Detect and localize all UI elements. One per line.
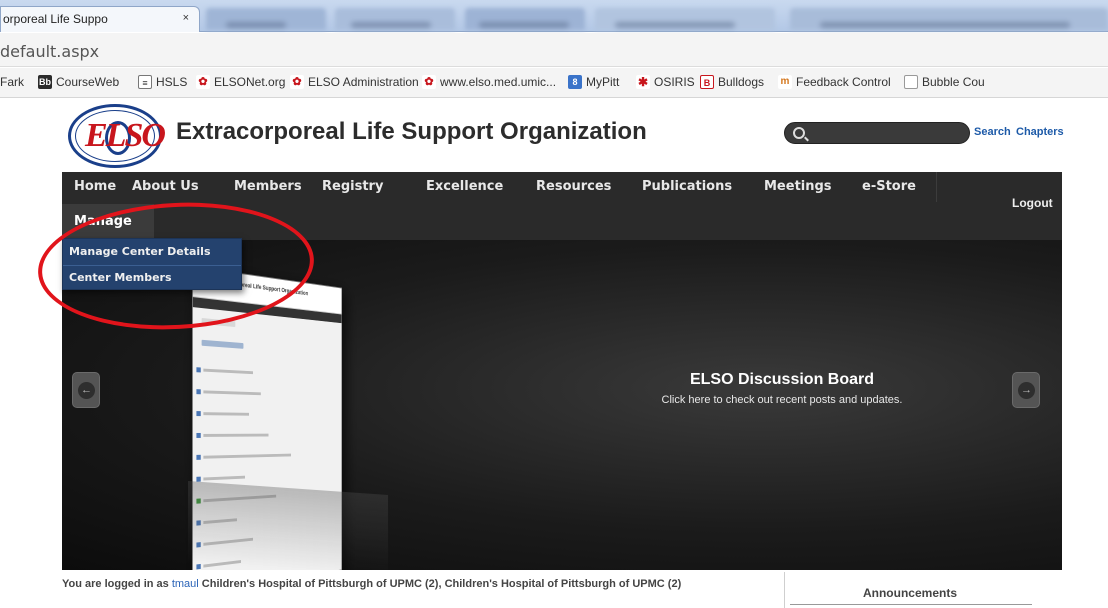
logout-link[interactable]: Logout — [1012, 196, 1053, 210]
bookmark-label: CourseWeb — [56, 75, 119, 89]
bookmark-label: Bubble Cou — [922, 75, 985, 89]
search-input[interactable] — [784, 122, 970, 144]
search-link[interactable]: Search — [974, 126, 1011, 138]
osiris-icon: ✱ — [636, 75, 650, 89]
thumbnail-row — [203, 369, 253, 375]
thumbnail-row — [203, 476, 245, 481]
bookmark-label: HSLS — [156, 75, 187, 89]
url-text[interactable]: default.aspx — [0, 42, 99, 61]
thumbnail-row — [202, 340, 244, 349]
announcements-heading: Announcements — [790, 586, 1030, 600]
slide-title[interactable]: ELSO Discussion Board — [622, 371, 942, 389]
bookmark-elso-admin[interactable]: ✿ ELSO Administration — [290, 75, 419, 89]
thumbnail-bullet — [196, 433, 200, 438]
main-nav: Home About Us Members Registry Excellenc… — [62, 172, 1062, 240]
bookmark-feedback-control[interactable]: m Feedback Control — [778, 75, 891, 89]
bookmark-hsls[interactable]: ≡ HSLS — [138, 75, 187, 89]
bookmark-label: Feedback Control — [796, 75, 891, 89]
page-icon — [904, 75, 918, 89]
site-title: Extracorporeal Life Support Organization — [176, 118, 647, 146]
nav-home[interactable]: Home — [74, 179, 116, 194]
menu-item-center-members[interactable]: Center Members — [69, 271, 172, 284]
search-icon — [793, 127, 805, 139]
bookmark-mypitt[interactable]: 8 MyPitt — [568, 75, 619, 89]
nav-meetings[interactable]: Meetings — [764, 179, 832, 194]
nav-registry[interactable]: Registry — [322, 179, 383, 194]
login-prefix: You are logged in as — [62, 578, 169, 590]
tab-title: orporeal Life Suppo — [3, 12, 108, 26]
slide-subtitle[interactable]: Click here to check out recent posts and… — [622, 394, 942, 406]
nav-e-store[interactable]: e-Store — [862, 179, 916, 194]
bookmark-label: Bulldogs — [718, 75, 764, 89]
thumbnail-bullet — [196, 564, 200, 570]
bookmark-osiris[interactable]: ✱ OSIRIS — [636, 75, 695, 89]
thumbnail-row — [203, 434, 268, 437]
screen: orporeal Life Suppo × default.aspx Fark … — [0, 0, 1108, 608]
browser-tab-blurred[interactable] — [790, 8, 1108, 30]
browser-tab-blurred[interactable] — [595, 8, 775, 30]
announcements-rule — [790, 604, 1032, 605]
bookmark-label: Fark — [0, 75, 24, 89]
chapters-link[interactable]: Chapters — [1016, 126, 1064, 138]
bookmark-label: ELSONet.org — [214, 75, 285, 89]
elso-icon: ✿ — [422, 75, 436, 89]
thumbnail-row — [203, 390, 260, 395]
bookmark-fark[interactable]: Fark — [0, 75, 24, 89]
bookmark-elso-med[interactable]: ✿ www.elso.med.umic... — [422, 75, 556, 89]
close-icon[interactable]: × — [183, 12, 189, 24]
bookmark-bubble[interactable]: Bubble Cou — [904, 75, 985, 89]
nav-about-us[interactable]: About Us — [132, 179, 199, 194]
bookmark-label: www.elso.med.umic... — [440, 75, 556, 89]
thumbnail-reflection — [188, 481, 388, 570]
arrow-left-icon: ← — [78, 382, 95, 399]
site-header: ELSO Extracorporeal Life Support Organiz… — [62, 100, 1108, 172]
logo-text: ELSO — [85, 117, 164, 155]
elso-icon: ✿ — [196, 75, 210, 89]
thumbnail-row — [203, 454, 291, 459]
bookmark-courseweb[interactable]: Bb CourseWeb — [38, 75, 119, 89]
username-link[interactable]: tmaul — [172, 578, 199, 590]
login-status: You are logged in as tmaul Children's Ho… — [62, 578, 681, 590]
bookmark-label: MyPitt — [586, 75, 619, 89]
browser-tab-blurred[interactable] — [335, 8, 455, 30]
browser-tab-blurred[interactable] — [465, 8, 585, 30]
column-divider — [784, 572, 785, 608]
bookmarks-bar: Fark Bb CourseWeb ≡ HSLS ✿ ELSONet.org ✿… — [0, 68, 1108, 98]
hsls-icon: ≡ — [138, 75, 152, 89]
thumbnail-row — [202, 318, 236, 327]
bulldogs-icon: B — [700, 75, 714, 89]
bookmark-elsonet[interactable]: ✿ ELSONet.org — [196, 75, 285, 89]
nav-manage[interactable]: Manage — [62, 204, 154, 240]
nav-members[interactable]: Members — [234, 179, 302, 194]
menu-divider — [63, 265, 241, 266]
nav-divider — [936, 172, 937, 202]
bookmark-bulldogs[interactable]: B Bulldogs — [700, 75, 764, 89]
nav-manage-label: Manage — [74, 214, 132, 229]
courseweb-icon: Bb — [38, 75, 52, 89]
mypitt-icon: 8 — [568, 75, 582, 89]
address-bar[interactable]: default.aspx — [0, 33, 1108, 67]
arrow-right-icon: → — [1018, 382, 1035, 399]
menu-item-manage-center-details[interactable]: Manage Center Details — [69, 245, 211, 258]
feedback-icon: m — [778, 75, 792, 89]
browser-tab-strip: orporeal Life Suppo × — [0, 0, 1108, 32]
browser-tab-blurred[interactable] — [206, 8, 326, 30]
login-center: Children's Hospital of Pittsburgh of UPM… — [202, 578, 681, 590]
nav-resources[interactable]: Resources — [536, 179, 611, 194]
manage-dropdown: Manage Center Details Center Members — [62, 238, 242, 290]
browser-tab-active[interactable]: orporeal Life Suppo × — [0, 6, 200, 32]
slider-next-button[interactable]: → — [1012, 372, 1040, 408]
bookmark-label: OSIRIS — [654, 75, 695, 89]
elso-icon: ✿ — [290, 75, 304, 89]
thumbnail-bullet — [196, 389, 200, 394]
nav-publications[interactable]: Publications — [642, 179, 732, 194]
elso-logo[interactable]: ELSO — [68, 104, 162, 168]
nav-excellence[interactable]: Excellence — [426, 179, 503, 194]
thumbnail-bullet — [196, 411, 200, 416]
thumbnail-bullet — [196, 455, 200, 460]
thumbnail-row — [203, 412, 249, 416]
slider-prev-button[interactable]: ← — [72, 372, 100, 408]
bookmark-label: ELSO Administration — [308, 75, 419, 89]
thumbnail-bullet — [196, 367, 200, 372]
